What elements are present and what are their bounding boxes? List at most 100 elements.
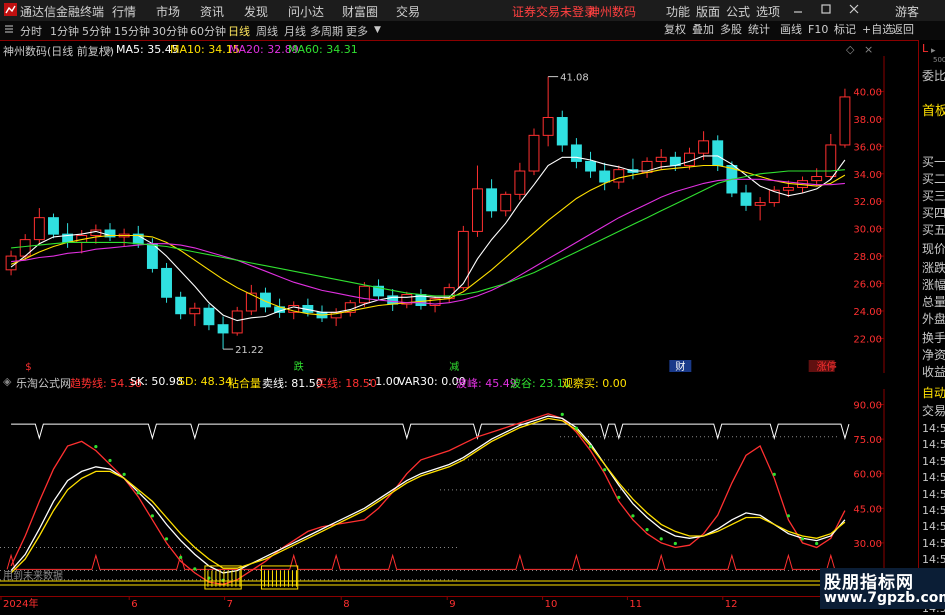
login-notice[interactable]: 证券交易未登录 xyxy=(512,3,596,20)
sidebar-label-收益: 收益 xyxy=(922,365,945,379)
minimize-icon[interactable] xyxy=(792,3,804,18)
toolbar-F10-button[interactable]: F10 xyxy=(808,22,828,38)
watermark: 股朋指标网 www.7gpzb.com xyxy=(820,568,945,609)
y-tick-label: 30.00 xyxy=(853,225,882,236)
sidebar-label-外盘: 外盘 xyxy=(922,312,945,326)
toolbar-多股-button[interactable]: 多股 xyxy=(720,22,742,38)
period-日线[interactable]: 日线 xyxy=(228,23,250,39)
period-周线[interactable]: 周线 xyxy=(256,23,278,39)
candle-body xyxy=(48,217,59,235)
close-icon[interactable] xyxy=(848,3,860,18)
toolbar-复权-button[interactable]: 复权 xyxy=(664,22,686,38)
menu-item-资讯[interactable]: 资讯 xyxy=(200,3,224,20)
period-更多[interactable]: 更多 xyxy=(346,23,368,39)
period-5分钟[interactable]: 5分钟 xyxy=(82,23,111,39)
app-icon xyxy=(4,3,17,19)
tick-time: 14:56 xyxy=(922,520,945,534)
ind-y-tick-label: 90.00 xyxy=(853,401,882,412)
candle-body xyxy=(231,310,243,334)
chevron-down-icon[interactable]: ▼ xyxy=(374,25,381,35)
menu-item-交易[interactable]: 交易 xyxy=(396,3,420,20)
candlestick-chart[interactable]: 40.00 38.00 36.00 34.00 32.00 30.00 28.00 26.00… xyxy=(0,56,885,373)
signal-marker: 涨停 xyxy=(817,360,837,373)
candle-body xyxy=(217,324,229,334)
menu-item-财富圈[interactable]: 财富圈 xyxy=(342,3,378,20)
guest-user[interactable]: 游客 xyxy=(895,3,919,20)
ma60-label: MA60: 34.31 xyxy=(288,43,358,56)
menu-item-功能[interactable]: 功能 xyxy=(666,3,690,20)
menu-bar: 通达信金融终端 行情 市场 资讯 发现 问小达 财富圈 交易 证券交易未登录 神… xyxy=(0,0,945,22)
tick-time: 14:56 xyxy=(922,454,945,468)
period-多周期[interactable]: 多周期 xyxy=(310,23,343,39)
toolbar-统计-button[interactable]: 统计 xyxy=(748,22,770,38)
x-axis: 2024年67891011121 xyxy=(0,596,885,609)
candle-body xyxy=(585,160,596,172)
candle-body xyxy=(500,193,512,212)
sidebar-toggle-icon[interactable]: ▸ xyxy=(931,46,936,56)
tick-time: 14:56 xyxy=(922,422,945,435)
sidebar-label-换手: 换手 xyxy=(922,331,945,345)
toolbar-自选-button[interactable]: +自选 xyxy=(862,22,893,38)
signal-dot xyxy=(193,567,197,571)
sell-line xyxy=(11,423,850,440)
chart-close-icon[interactable]: × xyxy=(864,43,873,56)
y-tick-label: 38.00 xyxy=(853,115,882,126)
tick-time: 14:56 xyxy=(922,504,945,517)
maximize-icon[interactable] xyxy=(820,3,832,18)
chart-collapse-icon[interactable]: ◇ xyxy=(846,43,854,56)
menu-item-行情[interactable]: 行情 xyxy=(112,3,136,20)
sidebar-label-买五: 买五 xyxy=(922,223,945,237)
signal-dot xyxy=(631,514,635,518)
signal-dot xyxy=(94,445,98,449)
tick-time: 14:56 xyxy=(922,487,945,501)
indicator-sd-label: SD: 48.34 xyxy=(178,375,233,388)
signal-dot xyxy=(122,472,126,476)
menu-item-公式[interactable]: 公式 xyxy=(726,3,750,20)
period-月线[interactable]: 月线 xyxy=(284,23,306,39)
app-title: 通达信金融终端 xyxy=(20,5,105,19)
sd-line xyxy=(10,417,846,574)
x-tick-label: 2024年 xyxy=(3,597,38,609)
low-label: 21.22 xyxy=(235,345,264,356)
menu-item-市场[interactable]: 市场 xyxy=(156,3,180,20)
future-data-note: 用到未来数据 xyxy=(3,569,63,582)
sidebar-label-首板: 首板 xyxy=(922,104,945,119)
ind-y-tick-label: 75.00 xyxy=(853,435,882,446)
indicator-chart[interactable]: 90.0075.0060.0045.0030.0015.00用到未来数据 xyxy=(0,389,885,595)
menu-item-版面[interactable]: 版面 xyxy=(696,3,720,20)
period-15分钟[interactable]: 15分钟 xyxy=(114,23,150,39)
candle-body xyxy=(486,188,498,212)
sidebar-label-涨幅: 涨幅 xyxy=(922,278,945,292)
menu-item-选项[interactable]: 选项 xyxy=(756,3,780,20)
watermark-url: www.7gpzb.com xyxy=(824,590,945,606)
period-30分钟[interactable]: 30分钟 xyxy=(152,23,188,39)
sidebar-label-买四: 买四 xyxy=(922,206,945,220)
period-60分钟[interactable]: 60分钟 xyxy=(190,23,226,39)
toolbar-menu-icon[interactable] xyxy=(4,23,14,38)
period-分时[interactable]: 分时 xyxy=(20,23,42,39)
ma-line-ma60 xyxy=(11,169,845,297)
y-tick-label: 32.00 xyxy=(853,197,882,208)
candle-body xyxy=(514,170,526,195)
candle-body xyxy=(472,188,483,232)
signal-marker: 财 xyxy=(675,360,685,373)
sidebar-label-自动[interactable]: 自动 xyxy=(922,384,945,401)
period-1分钟[interactable]: 1分钟 xyxy=(50,23,79,39)
signal-dot xyxy=(164,537,169,541)
toolbar-标记-button[interactable]: 标记 xyxy=(834,22,856,38)
x-tick-label: 8 xyxy=(343,599,349,609)
toolbar-叠加-button[interactable]: 叠加 xyxy=(692,22,714,38)
sidebar-label-交易[interactable]: 交易 xyxy=(922,402,945,419)
toolbar-返回-button[interactable]: 返回 xyxy=(892,22,914,38)
trend-line xyxy=(10,413,846,586)
toolbar-画线-button[interactable]: 画线 xyxy=(780,22,802,38)
candle-body xyxy=(782,186,794,191)
signal-dot xyxy=(136,491,140,495)
sidebar-label-买一: 买一 xyxy=(922,155,945,169)
menu-item-问小达[interactable]: 问小达 xyxy=(288,3,324,20)
ma-settings-icon[interactable]: ◈ xyxy=(104,43,112,56)
menu-item-发现[interactable]: 发现 xyxy=(244,3,268,20)
candle-body xyxy=(175,296,187,315)
indicator-settings-icon[interactable]: ◈ xyxy=(3,375,11,388)
sidebar-label-净资: 净资 xyxy=(922,348,945,362)
